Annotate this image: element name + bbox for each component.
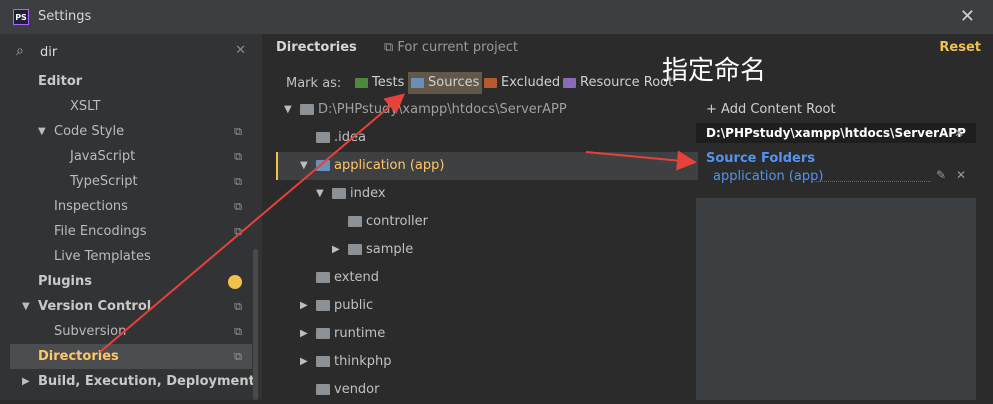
sidebar-item-javascript[interactable]: JavaScript ⧉ <box>0 144 252 169</box>
project-scope-icon: ⧉ <box>384 40 398 55</box>
resource-root-folder-icon <box>563 77 576 88</box>
content-root-panel: 指定命名 + Add Content Root D:\PHPstudy\xamp… <box>662 56 993 400</box>
settings-sidebar: ⌕ ✕ Editor XSLT ▼ Code Style ⧉ JavaScrip… <box>0 34 263 400</box>
sidebar-item-build-execution-deployment[interactable]: ▶ Build, Execution, Deployment <box>0 369 255 394</box>
content-root-box <box>696 198 976 400</box>
chevron-down-icon[interactable]: ▼ <box>300 152 308 180</box>
edit-pencil-icon[interactable]: ✎ <box>936 168 946 182</box>
chevron-right-icon[interactable]: ▶ <box>300 320 308 348</box>
folder-icon <box>316 300 330 311</box>
search-icon: ⌕ <box>16 43 24 59</box>
mark-tests-button[interactable]: Tests <box>352 72 407 94</box>
chevron-down-icon[interactable]: ▼ <box>284 96 292 124</box>
page-title: Directories <box>276 40 357 55</box>
phpstorm-app-icon: PS <box>13 9 29 25</box>
project-scope-icon: ⧉ <box>234 150 242 163</box>
tree-row-index[interactable]: ▼ index <box>276 180 696 208</box>
sidebar-item-directories[interactable]: Directories ⧉ <box>10 344 252 369</box>
update-badge <box>228 275 242 289</box>
folder-icon <box>316 384 330 395</box>
chevron-right-icon[interactable]: ▶ <box>300 348 308 376</box>
annotation-text: 指定命名 <box>662 56 767 86</box>
folder-icon <box>316 272 330 283</box>
package-folder-icon <box>332 188 346 199</box>
project-scope-icon: ⧉ <box>234 200 242 213</box>
search-input[interactable] <box>40 42 220 62</box>
close-icon[interactable]: ✕ <box>960 6 975 27</box>
sources-folder-icon <box>411 77 424 88</box>
content-root-path: D:\PHPstudy\xampp\htdocs\ServerAPP ✕ <box>696 123 976 143</box>
chevron-down-icon[interactable]: ▼ <box>22 294 30 319</box>
remove-root-icon[interactable]: ✕ <box>954 123 964 143</box>
project-scope-icon: ⧉ <box>234 225 242 238</box>
project-scope-icon: ⧉ <box>234 125 242 138</box>
title-bar: PS Settings ✕ <box>0 0 993 35</box>
folder-icon <box>316 132 330 143</box>
sidebar-item-live-templates[interactable]: Live Templates <box>0 244 252 269</box>
chevron-right-icon[interactable]: ▶ <box>300 292 308 320</box>
chevron-down-icon[interactable]: ▼ <box>38 119 46 144</box>
tree-row-application[interactable]: ▼ application (app) <box>276 152 698 180</box>
sidebar-item-inspections[interactable]: Inspections ⧉ <box>0 194 252 219</box>
mark-resource-root-button[interactable]: Resource Root <box>560 72 676 94</box>
project-scope-label: ⧉ For current project <box>384 40 519 55</box>
tree-row-extend[interactable]: extend <box>276 264 696 292</box>
excluded-folder-icon <box>484 77 497 88</box>
chevron-right-icon[interactable]: ▶ <box>332 236 340 264</box>
tree-row-runtime[interactable]: ▶ runtime <box>276 320 696 348</box>
sidebar-scrollbar[interactable] <box>253 249 258 400</box>
tree-row-thinkphp[interactable]: ▶ thinkphp <box>276 348 696 376</box>
project-scope-icon: ⧉ <box>234 300 242 313</box>
reset-button[interactable]: Reset <box>939 40 981 55</box>
sidebar-item-editor[interactable]: Editor <box>0 69 252 94</box>
chevron-right-icon[interactable]: ▶ <box>22 369 30 394</box>
sidebar-item-plugins[interactable]: Plugins <box>0 269 252 294</box>
folder-icon <box>316 356 330 367</box>
remove-source-icon[interactable]: ✕ <box>956 168 966 182</box>
directories-panel: Directories ⧉ For current project Reset … <box>262 34 993 400</box>
tree-row-controller[interactable]: controller <box>276 208 696 236</box>
source-folder-icon <box>316 160 330 171</box>
source-folders-title: Source Folders <box>706 151 816 166</box>
dotted-divider <box>811 181 931 182</box>
package-folder-icon <box>348 216 362 227</box>
project-scope-icon: ⧉ <box>234 350 242 363</box>
sidebar-item-version-control[interactable]: ▼ Version Control ⧉ <box>0 294 252 319</box>
project-scope-icon: ⧉ <box>234 175 242 188</box>
search-box: ⌕ ✕ <box>10 40 252 64</box>
folder-icon <box>316 328 330 339</box>
source-folder-item[interactable]: application (app) <box>713 169 823 184</box>
sidebar-item-file-encodings[interactable]: File Encodings ⧉ <box>0 219 252 244</box>
tree-row-idea[interactable]: .idea <box>276 124 696 152</box>
tree-row-public[interactable]: ▶ public <box>276 292 696 320</box>
mark-excluded-button[interactable]: Excluded <box>481 72 563 94</box>
clear-search-icon[interactable]: ✕ <box>235 43 246 58</box>
sidebar-item-subversion[interactable]: Subversion ⧉ <box>0 319 252 344</box>
add-content-root-button[interactable]: + Add Content Root <box>706 102 836 117</box>
tree-row-root[interactable]: ▼ D:\PHPstudy\xampp\htdocs\ServerAPP <box>276 96 696 124</box>
chevron-down-icon[interactable]: ▼ <box>316 180 324 208</box>
window-title: Settings <box>38 9 92 24</box>
tree-row-sample[interactable]: ▶ sample <box>276 236 696 264</box>
sidebar-item-typescript[interactable]: TypeScript ⧉ <box>0 169 252 194</box>
folder-icon <box>300 104 314 115</box>
mark-sources-button[interactable]: Sources <box>408 72 483 94</box>
sidebar-item-code-style[interactable]: ▼ Code Style ⧉ <box>0 119 252 144</box>
sidebar-item-xslt[interactable]: XSLT <box>0 94 252 119</box>
package-folder-icon <box>348 244 362 255</box>
tests-folder-icon <box>355 77 368 88</box>
project-scope-icon: ⧉ <box>234 325 242 338</box>
mark-as-label: Mark as: <box>286 76 342 91</box>
